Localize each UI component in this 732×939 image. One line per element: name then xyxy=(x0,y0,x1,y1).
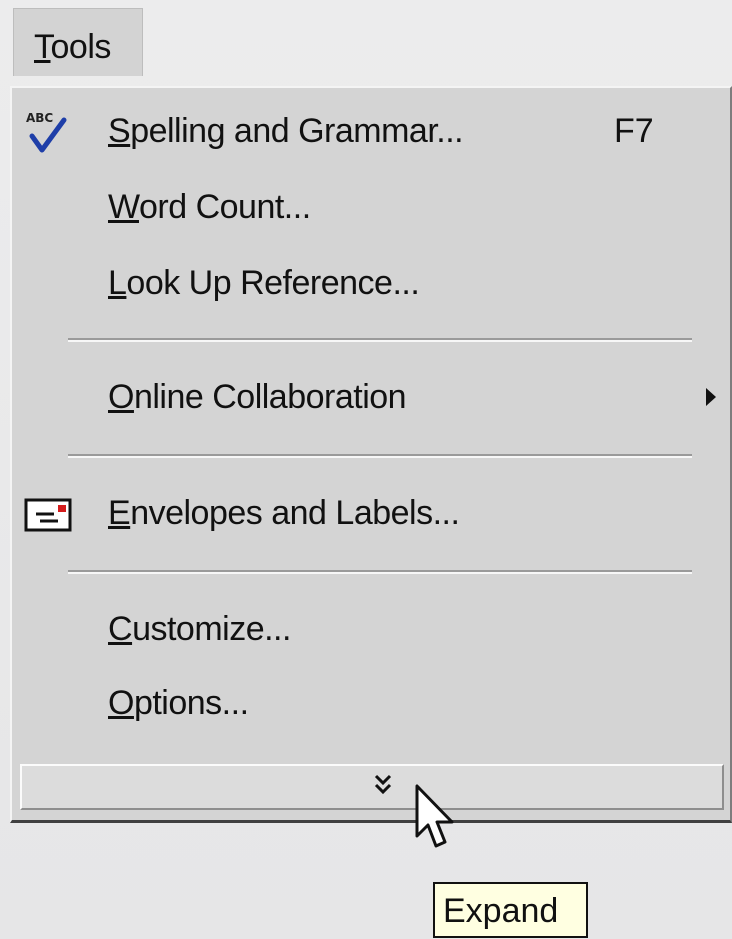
double-chevron-down-icon xyxy=(374,774,392,795)
submenu-arrow-icon xyxy=(706,388,716,406)
menu-item-label: Envelopes and Labels... xyxy=(108,494,460,532)
tools-dropdown-menu: ABC Spelling and Grammar... F7 Word Coun… xyxy=(10,86,732,823)
menu-separator xyxy=(68,338,692,342)
menu-item-label: Look Up Reference... xyxy=(108,264,420,302)
menu-separator xyxy=(68,454,692,458)
screen: Tools ABC Spelling and Grammar... F7 Wor… xyxy=(0,0,732,939)
menu-item-options[interactable]: Options... xyxy=(12,676,730,736)
menu-item-online-collaboration[interactable]: Online Collaboration xyxy=(12,370,730,430)
spelling-check-icon: ABC xyxy=(26,111,67,153)
expand-tooltip: Expand xyxy=(433,882,588,938)
shortcut-label: F7 xyxy=(614,112,654,150)
tooltip-text: Expand xyxy=(443,892,559,930)
mouse-pointer-icon xyxy=(415,784,454,848)
menu-item-envelopes-and-labels[interactable]: Envelopes and Labels... xyxy=(12,486,730,546)
menu-tools[interactable]: Tools xyxy=(13,8,143,76)
menu-tools-label: Tools xyxy=(34,28,111,66)
menu-item-label: Online Collaboration xyxy=(108,378,407,416)
svg-text:ABC: ABC xyxy=(26,111,53,125)
menu-item-label: Customize... xyxy=(108,610,291,648)
menu-item-customize[interactable]: Customize... xyxy=(12,602,730,662)
menu-item-look-up-reference[interactable]: Look Up Reference... xyxy=(12,256,730,316)
menu-separator xyxy=(68,570,692,574)
menu-item-label: Options... xyxy=(108,684,249,722)
menu-item-word-count[interactable]: Word Count... xyxy=(12,180,730,240)
menu-item-label: Spelling and Grammar... xyxy=(108,112,464,150)
expand-menu-button[interactable] xyxy=(20,764,724,810)
envelope-icon xyxy=(24,498,72,532)
menu-item-spelling-and-grammar[interactable]: ABC Spelling and Grammar... F7 xyxy=(12,104,730,164)
menu-item-label: Word Count... xyxy=(108,188,311,226)
